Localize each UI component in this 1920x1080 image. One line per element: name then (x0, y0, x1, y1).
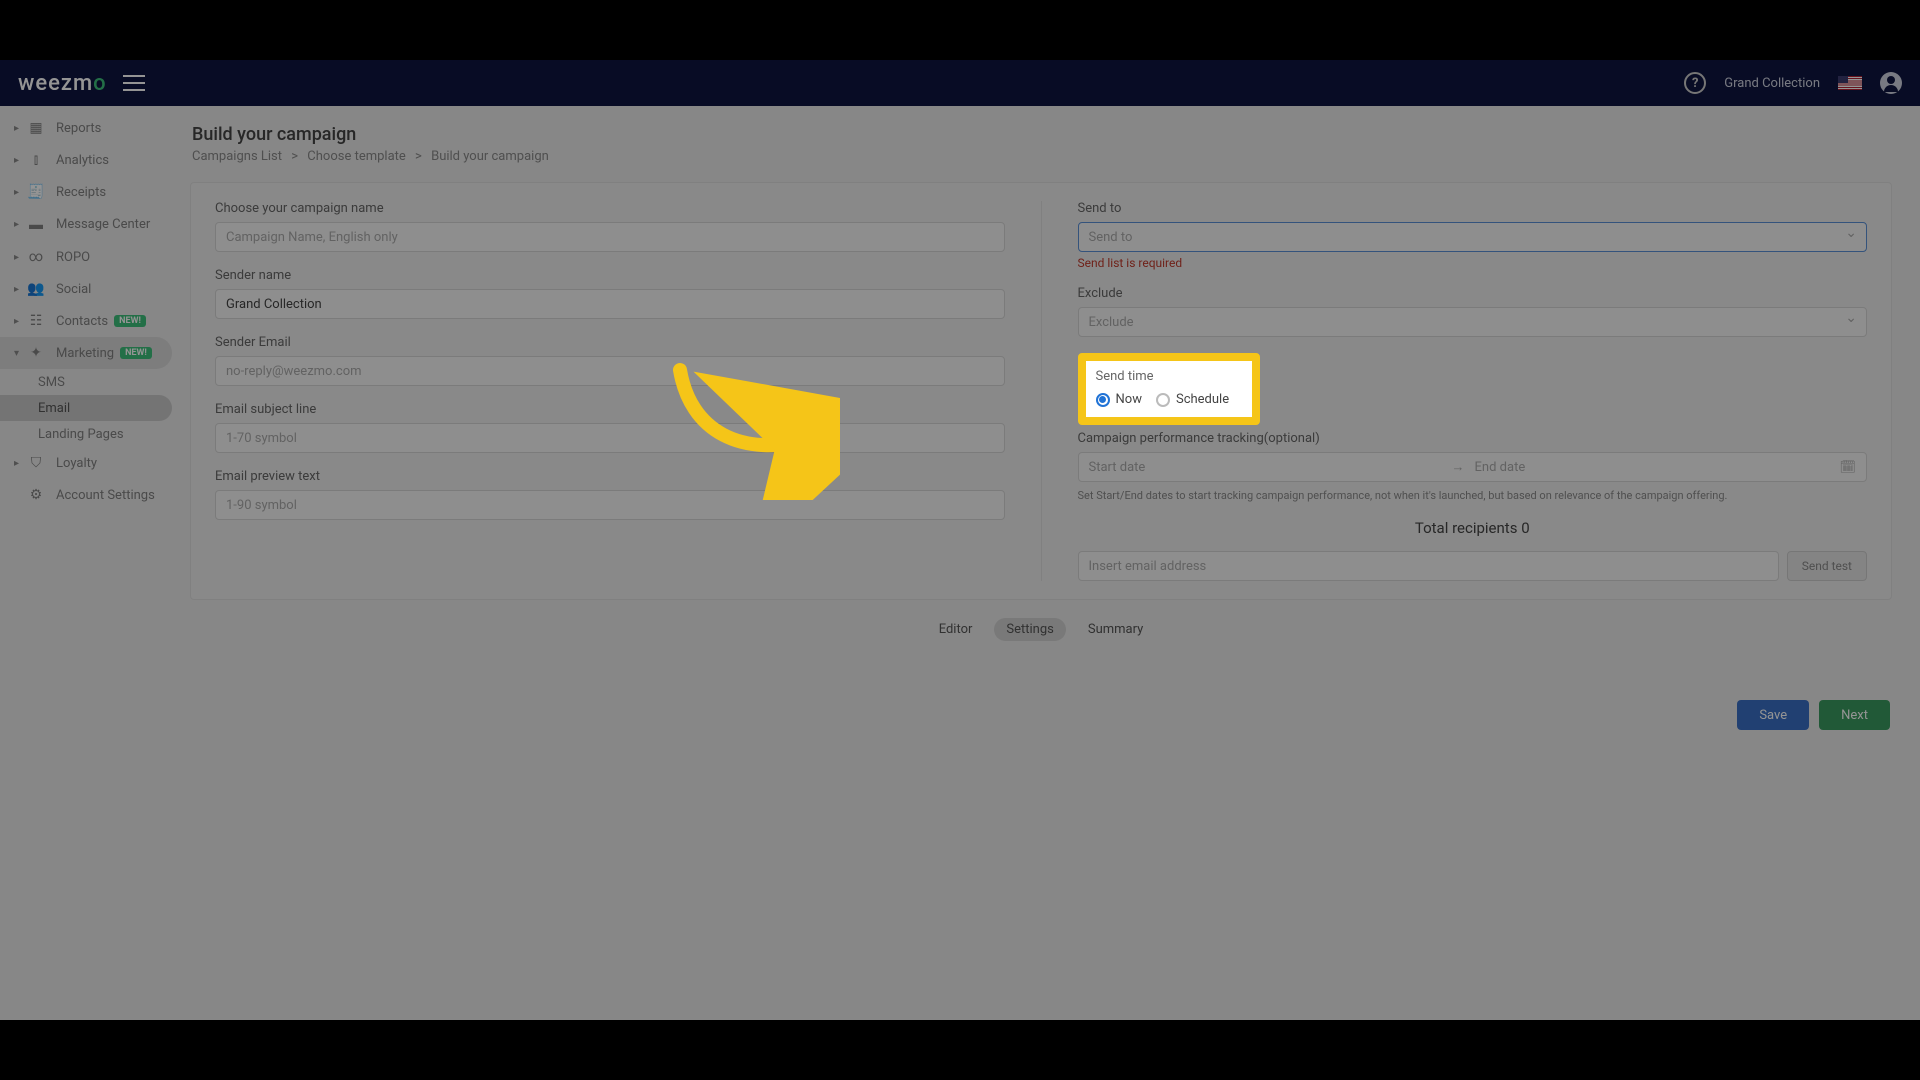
dim-overlay (0, 60, 1920, 1020)
radio-checked-icon (1096, 393, 1110, 407)
send-time-highlight-wrapper: Send time Now Schedule (1078, 353, 1260, 437)
letterbox-bottom (0, 1020, 1920, 1080)
radio-label: Schedule (1176, 392, 1229, 407)
send-time-radio-now[interactable]: Now (1096, 392, 1142, 407)
send-time-radio-schedule[interactable]: Schedule (1156, 392, 1229, 407)
send-time-box: Send time Now Schedule (1078, 353, 1260, 425)
send-time-radio-group: Now Schedule (1096, 392, 1242, 407)
radio-label: Now (1116, 392, 1142, 407)
send-time-label: Send time (1096, 369, 1242, 384)
radio-unchecked-icon (1156, 393, 1170, 407)
letterbox-top (0, 0, 1920, 60)
app-root: weezmo ? Grand Collection ▸ ▦ Reports ▸ … (0, 60, 1920, 1020)
